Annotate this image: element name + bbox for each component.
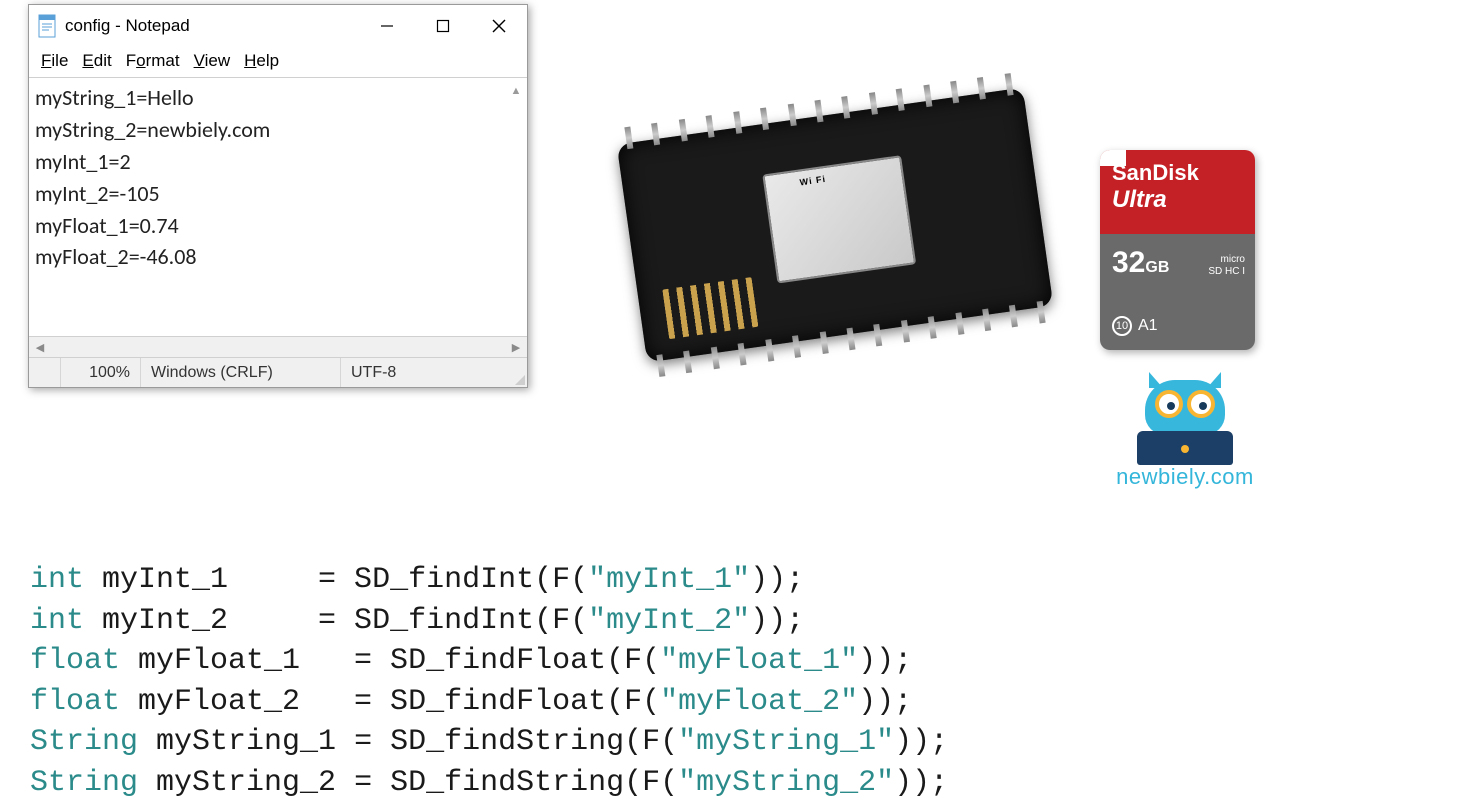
editor-line: myString_2=newbiely.com bbox=[35, 114, 519, 146]
sd-class: 10 A1 bbox=[1112, 316, 1158, 336]
sd-badges: micro SD HC I bbox=[1208, 254, 1245, 278]
menu-file[interactable]: File bbox=[41, 51, 68, 71]
resize-grip[interactable] bbox=[511, 358, 527, 387]
editor-line: myFloat_1=0.74 bbox=[35, 210, 519, 242]
horizontal-scrollbar[interactable]: ◀ ▶ bbox=[29, 337, 527, 357]
microsd-card-image: SanDisk Ultra 32GB micro SD HC I 10 A1 bbox=[1100, 150, 1255, 350]
code-snippet: int myInt_1 = SD_findInt(F("myInt_1")); … bbox=[30, 560, 948, 803]
logo-text: newbiely.com bbox=[1115, 464, 1255, 490]
status-encoding: UTF-8 bbox=[341, 358, 511, 387]
text-editor[interactable]: ▲ myString_1=Hello myString_2=newbiely.c… bbox=[29, 77, 527, 337]
notepad-window: config - Notepad File Edit Format View H… bbox=[28, 4, 528, 388]
editor-line: myFloat_2=-46.08 bbox=[35, 241, 519, 273]
scroll-up-icon[interactable]: ▲ bbox=[507, 82, 525, 100]
sd-capacity: 32GB bbox=[1112, 246, 1169, 280]
sd-brand: SanDisk bbox=[1112, 160, 1199, 186]
scroll-right-icon[interactable]: ▶ bbox=[507, 337, 525, 357]
titlebar[interactable]: config - Notepad bbox=[29, 5, 527, 47]
esp8266-board-image: Wi Fi bbox=[591, 45, 1078, 405]
minimize-button[interactable] bbox=[359, 5, 415, 47]
notepad-icon bbox=[29, 5, 65, 47]
owl-icon bbox=[1130, 380, 1240, 460]
sd-series: Ultra bbox=[1112, 186, 1167, 214]
editor-line: myString_1=Hello bbox=[35, 82, 519, 114]
maximize-button[interactable] bbox=[415, 5, 471, 47]
menubar: File Edit Format View Help bbox=[29, 47, 527, 77]
editor-line: myInt_1=2 bbox=[35, 146, 519, 178]
menu-view[interactable]: View bbox=[194, 51, 231, 71]
menu-help[interactable]: Help bbox=[244, 51, 279, 71]
menu-edit[interactable]: Edit bbox=[82, 51, 111, 71]
scroll-left-icon[interactable]: ◀ bbox=[31, 337, 49, 357]
editor-line: myInt_2=-105 bbox=[35, 178, 519, 210]
status-eol: Windows (CRLF) bbox=[141, 358, 341, 387]
newbiely-logo: newbiely.com bbox=[1115, 380, 1255, 490]
status-zoom: 100% bbox=[61, 358, 141, 387]
statusbar: 100% Windows (CRLF) UTF-8 bbox=[29, 357, 527, 387]
menu-format[interactable]: Format bbox=[126, 51, 180, 71]
window-title: config - Notepad bbox=[65, 16, 359, 36]
close-button[interactable] bbox=[471, 5, 527, 47]
